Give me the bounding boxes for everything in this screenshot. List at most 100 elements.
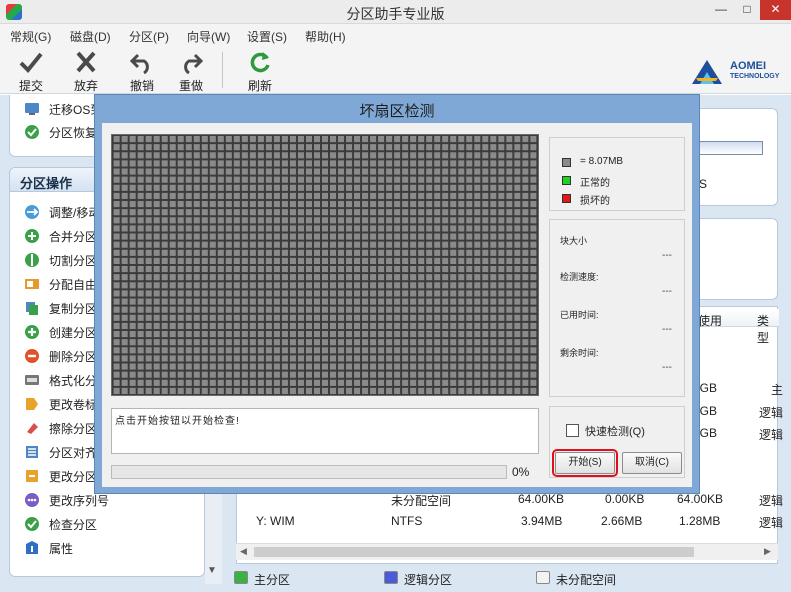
disk-card: S (690, 108, 778, 206)
menu-help[interactable]: 帮助(H) (305, 28, 346, 45)
stat-elapsed-value: --- (662, 324, 672, 335)
row5-capacity: 3.94MB (521, 514, 563, 528)
scroll-thumb[interactable] (254, 547, 694, 557)
controls-box: 快速检测(Q) 开始(S) 取消(C) (549, 406, 685, 478)
legend-bar: 主分区 逻辑分区 未分配空间 (228, 565, 791, 592)
progress-percent: 0% (512, 465, 530, 479)
legend-logical-label: 逻辑分区 (404, 573, 453, 587)
legend-damaged-label: 损坏的 (580, 196, 610, 207)
op-wipe-label: 擦除分区 (49, 422, 98, 436)
legend-primary-label: 主分区 (254, 573, 291, 587)
undo-label: 撤销 (129, 79, 154, 93)
refresh-button[interactable]: 刷新 (238, 50, 282, 94)
op-resize-move-label: 调整/移动 (49, 206, 101, 220)
merge-icon (25, 229, 39, 243)
row5-free: 1.28MB (679, 514, 721, 528)
disk-usage-bar (695, 141, 763, 155)
block-map (111, 134, 539, 396)
wipe-icon (27, 423, 38, 434)
change-type-icon (26, 470, 38, 482)
redo-label: 重做 (178, 79, 203, 93)
undo-icon (129, 53, 149, 74)
redo-button[interactable]: 重做 (169, 50, 213, 94)
commit-button[interactable]: 提交 (9, 50, 53, 94)
op-change-label-label: 更改卷标 (49, 398, 98, 412)
format-icon (25, 375, 39, 385)
legend-box: = 8.07MB 正常的 损坏的 (549, 137, 685, 211)
properties-icon (26, 541, 38, 554)
stat-remaining-value: --- (662, 362, 672, 373)
menu-general[interactable]: 常规(G) (10, 28, 51, 45)
recover-icon (25, 125, 39, 139)
maximize-button[interactable]: □ (734, 0, 760, 20)
copy-icon (26, 302, 38, 315)
x-icon (76, 51, 96, 73)
refresh-icon (250, 52, 270, 73)
align-icon (26, 446, 38, 458)
discard-button[interactable]: 放弃 (64, 50, 108, 94)
row5-type: 逻辑 (759, 516, 784, 530)
split-icon (25, 253, 39, 267)
stats-box: 块大小 --- 检测速度: --- 已用时间: --- 剩余时间: --- (549, 219, 685, 397)
toolbar: 提交 放弃 撤销 重做 刷新 AOMEI TECHNOLOGY (0, 46, 791, 94)
create-icon (25, 325, 39, 339)
row5-partition: Y: WIM (256, 514, 295, 528)
legend-unallocated-swatch (536, 571, 550, 584)
op-properties-label: 属性 (49, 542, 74, 556)
op-change-type-label: 更改分区 (49, 470, 98, 484)
row1-type: 主 (771, 383, 784, 397)
table-header: 使用 类型 (692, 309, 779, 345)
serial-icon (25, 493, 39, 507)
disk-card-letter: S (699, 177, 708, 191)
quick-check-label[interactable]: 快速检测(Q) (585, 423, 645, 439)
stat-elapsed-label: 已用时间: (560, 310, 599, 320)
row4-capacity: 64.00KB (518, 492, 565, 506)
stat-speed-value: --- (662, 286, 672, 297)
scroll-right-icon[interactable]: ▶ (764, 546, 771, 557)
logo-brand: AOMEI (730, 60, 767, 72)
row4-free: 64.00KB (677, 492, 724, 506)
bad-sector-dialog: 坏扇区检测 点击开始按钮以开始检查! 0% = 8.07MB 正常的 损坏的 块… (94, 94, 700, 494)
start-button[interactable]: 开始(S) (552, 449, 618, 477)
aomei-logo-icon (692, 60, 722, 84)
cancel-button[interactable]: 取消(C) (622, 452, 682, 474)
toolbar-separator (222, 52, 223, 88)
redo-icon (184, 53, 204, 74)
progress-bar (111, 465, 507, 479)
allocate-icon (25, 279, 39, 289)
menu-partition[interactable]: 分区(P) (129, 28, 169, 45)
message-box: 点击开始按钮以开始检查! (111, 408, 539, 454)
stat-block-size-value: --- (662, 250, 672, 261)
col-used[interactable]: 使用 (698, 312, 722, 329)
commit-label: 提交 (18, 79, 43, 93)
op-delete-label: 删除分区 (49, 350, 98, 364)
scroll-down-icon[interactable]: ▼ (207, 565, 217, 576)
close-button[interactable]: ✕ (760, 0, 791, 20)
table-hscrollbar[interactable]: ◀ ▶ (236, 543, 778, 560)
menu-disk[interactable]: 磁盘(D) (70, 28, 111, 45)
op-change-serial-label: 更改序列号 (49, 494, 110, 508)
col-type[interactable]: 类型 (757, 312, 779, 346)
row4-used: 0.00KB (605, 492, 645, 506)
menu-wizard[interactable]: 向导(W) (187, 28, 230, 45)
disk-info-box (690, 218, 778, 300)
legend-block-swatch (562, 158, 571, 167)
legend-unallocated-label: 未分配空间 (556, 573, 617, 587)
delete-icon (25, 349, 39, 363)
wizard-recover-label: 分区恢复 (49, 126, 98, 140)
refresh-label: 刷新 (247, 79, 272, 93)
message-text: 点击开始按钮以开始检查! (115, 416, 240, 427)
op-merge-label: 合并分区 (49, 230, 98, 244)
label-icon (26, 398, 38, 410)
minimize-button[interactable]: — (708, 0, 734, 20)
quick-check-checkbox[interactable] (566, 424, 579, 437)
op-create-label: 创建分区 (49, 326, 98, 340)
op-split-label: 切割分区 (49, 254, 98, 268)
menu-settings[interactable]: 设置(S) (247, 28, 287, 45)
row3-type: 逻辑 (759, 428, 784, 442)
op-allocate-free-label: 分配自由 (49, 278, 98, 292)
undo-button[interactable]: 撤销 (120, 50, 164, 94)
op-check-label: 检查分区 (49, 518, 98, 532)
scroll-left-icon[interactable]: ◀ (240, 546, 247, 557)
legend-damaged-swatch (562, 194, 571, 203)
